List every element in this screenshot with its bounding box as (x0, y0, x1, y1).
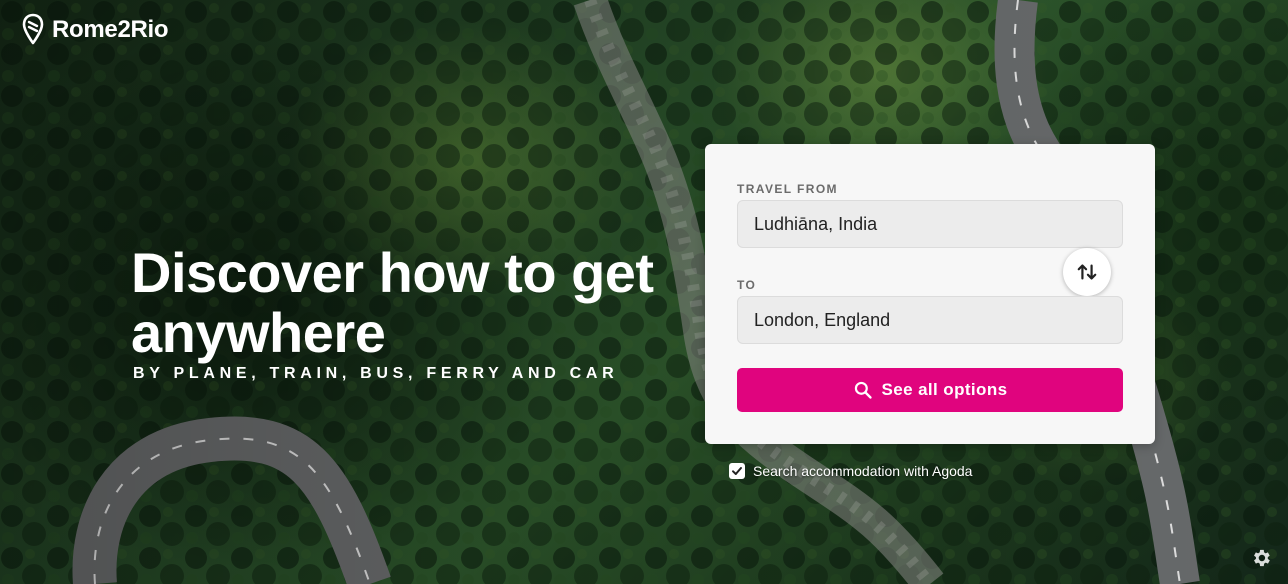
agoda-label: Search accommodation with Agoda (753, 463, 973, 479)
see-all-options-label: See all options (881, 380, 1008, 399)
checkmark-icon (732, 467, 742, 475)
swap-locations-button[interactable] (1063, 248, 1111, 296)
search-card: TRAVEL FROM TO See all options (705, 144, 1155, 444)
search-icon (854, 381, 872, 399)
agoda-checkbox[interactable] (729, 463, 745, 479)
settings-button[interactable] (1250, 547, 1272, 569)
travel-from-label: TRAVEL FROM (737, 182, 838, 196)
swap-arrows-icon (1077, 264, 1097, 280)
location-pin-icon (22, 13, 44, 45)
travel-from-input[interactable] (737, 200, 1123, 248)
gear-icon (1254, 549, 1270, 567)
brand-name: Rome2Rio (52, 16, 169, 43)
agoda-accommodation-toggle[interactable]: Search accommodation with Agoda (729, 463, 972, 479)
see-all-options-button[interactable]: See all options (737, 368, 1123, 412)
travel-to-label: TO (737, 278, 757, 292)
brand-logo-link[interactable]: Rome2Rio (22, 13, 169, 47)
travel-to-input[interactable] (737, 296, 1123, 344)
hero-subtitle: BY PLANE, TRAIN, BUS, FERRY AND CAR (133, 365, 619, 382)
hero-title: Discover how to get anywhere (131, 241, 654, 364)
